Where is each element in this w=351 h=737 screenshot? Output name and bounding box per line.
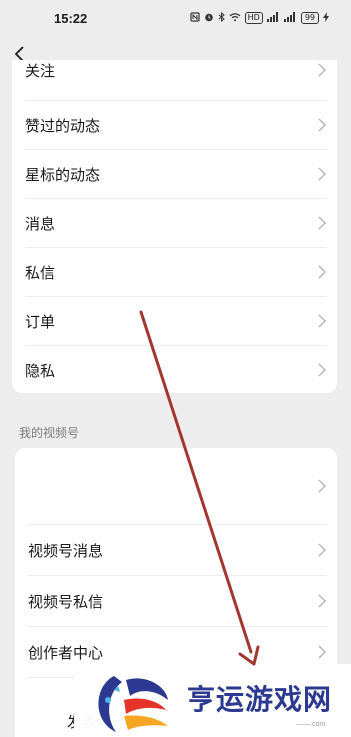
signal-icon bbox=[266, 11, 280, 25]
signal-icon bbox=[283, 11, 297, 25]
chevron-right-icon bbox=[318, 118, 326, 132]
menu-item-label: 星标的动态 bbox=[25, 165, 101, 184]
watermark-subtext: ——.com bbox=[296, 721, 326, 728]
chevron-right-icon bbox=[318, 314, 326, 328]
menu-item-label: 视频号私信 bbox=[28, 592, 104, 611]
menu-item-label: 私信 bbox=[25, 263, 56, 282]
menu-item-label: 订单 bbox=[25, 312, 56, 331]
profile-menu-card: 关注 赞过的动态 星标的动态 消息 私信 订单 隐私 bbox=[12, 60, 337, 393]
menu-item-label: 视频号消息 bbox=[28, 541, 104, 560]
menu-item-label: 关注 bbox=[25, 61, 56, 80]
chevron-right-icon bbox=[318, 216, 326, 230]
status-icons: HD 99 bbox=[190, 11, 329, 25]
alarm-icon bbox=[204, 12, 214, 25]
status-time: 15:22 bbox=[54, 10, 88, 26]
menu-item-label: 消息 bbox=[25, 214, 56, 233]
menu-item-liked-moments[interactable]: 赞过的动态 bbox=[12, 101, 337, 149]
wifi-icon bbox=[229, 12, 241, 25]
menu-item-follow[interactable]: 关注 bbox=[12, 60, 337, 88]
watermark-logo bbox=[94, 674, 168, 734]
watermark: 亨运游戏网 ——.com bbox=[74, 664, 351, 737]
menu-item-channel-private-messages[interactable]: 视频号私信 bbox=[15, 576, 337, 626]
menu-item-starred-moments[interactable]: 星标的动态 bbox=[12, 150, 337, 198]
chevron-right-icon bbox=[318, 479, 326, 493]
chevron-right-icon bbox=[318, 594, 326, 608]
chevron-right-icon bbox=[318, 63, 326, 77]
hd-icon: HD bbox=[244, 12, 263, 24]
chevron-right-icon bbox=[318, 167, 326, 181]
bluetooth-icon bbox=[218, 11, 225, 25]
status-bar: 15:22 HD 99 bbox=[0, 0, 351, 36]
menu-item-channel-messages[interactable]: 视频号消息 bbox=[15, 525, 337, 575]
menu-item-channel-profile[interactable] bbox=[15, 448, 337, 524]
watermark-text: 亨运游戏网 bbox=[187, 683, 333, 716]
menu-item-label: 创作者中心 bbox=[28, 643, 104, 662]
battery-icon: 99 bbox=[300, 12, 319, 24]
chevron-right-icon bbox=[318, 265, 326, 279]
menu-item-messages[interactable]: 消息 bbox=[12, 199, 337, 247]
nfc-icon bbox=[190, 11, 200, 25]
menu-item-label: 赞过的动态 bbox=[25, 116, 101, 135]
menu-item-orders[interactable]: 订单 bbox=[12, 297, 337, 345]
charging-icon bbox=[323, 11, 329, 25]
chevron-right-icon bbox=[318, 645, 326, 659]
section-title-channels: 我的视频号 bbox=[19, 426, 80, 440]
menu-item-privacy[interactable]: 隐私 bbox=[12, 346, 337, 393]
chevron-right-icon bbox=[318, 363, 326, 377]
menu-item-private-messages[interactable]: 私信 bbox=[12, 248, 337, 296]
chevron-right-icon bbox=[318, 543, 326, 557]
menu-item-label: 隐私 bbox=[25, 361, 56, 380]
